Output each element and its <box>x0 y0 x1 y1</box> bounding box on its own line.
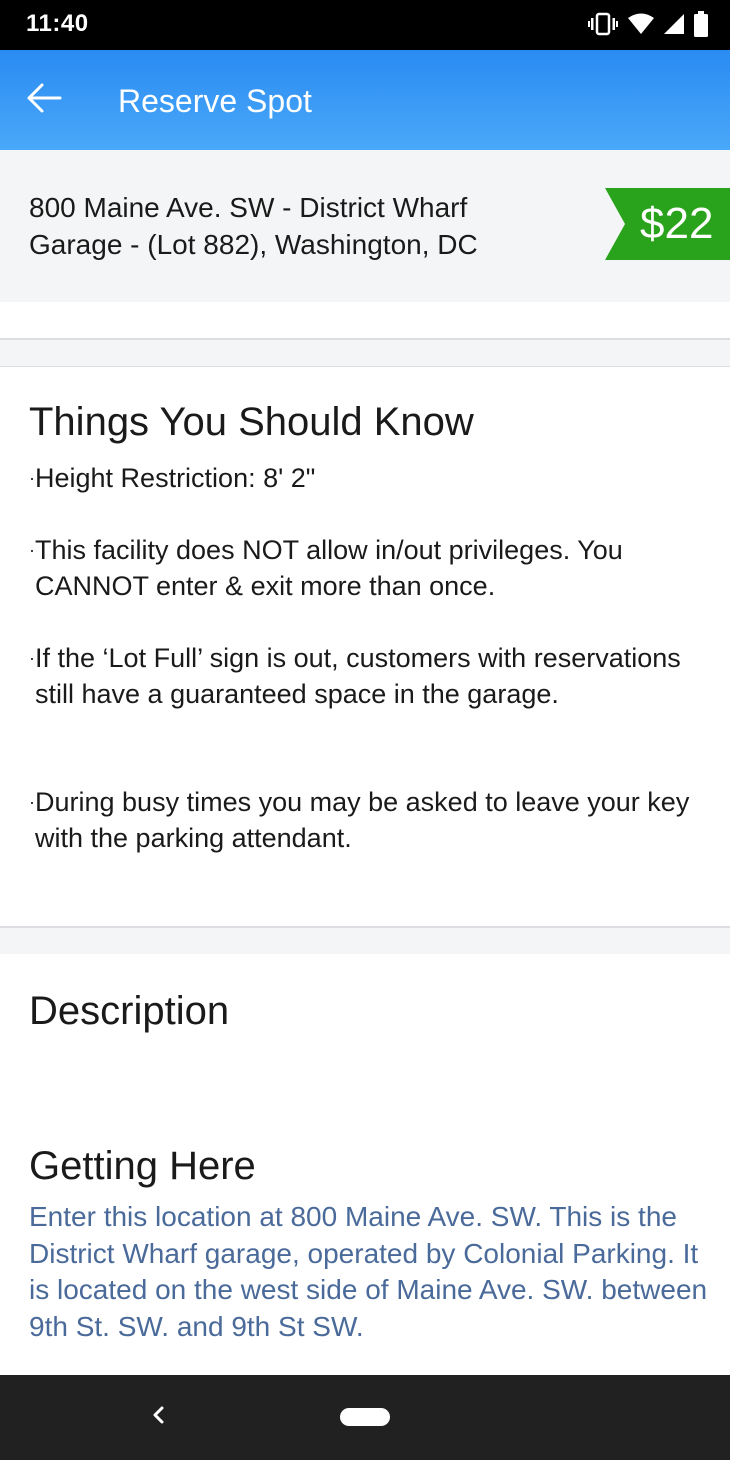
list-item: ·Height Restriction: 8' 2" <box>29 463 316 493</box>
getting-here-text: Enter this location at 800 Maine Ave. SW… <box>29 1201 708 1342</box>
status-bar: 11:40 <box>0 0 730 50</box>
status-icons <box>588 10 708 42</box>
wifi-icon <box>628 13 654 40</box>
nav-back-icon <box>151 1406 165 1429</box>
section-separator <box>0 340 730 366</box>
address-line-1: 800 Maine Ave. SW - District Wharf <box>29 192 468 223</box>
arrow-left-icon <box>26 82 62 119</box>
list-item: ·During busy times you may be asked to l… <box>29 787 690 853</box>
getting-here-heading: Getting Here <box>29 1144 256 1188</box>
price-label: $22 <box>640 199 714 248</box>
things-to-know-heading: Things You Should Know <box>29 400 474 444</box>
nav-back-button[interactable] <box>143 1400 173 1434</box>
divider <box>0 366 730 367</box>
battery-icon <box>694 10 708 42</box>
page-title: Reserve Spot <box>118 83 312 119</box>
address-line-2: Garage - (Lot 882), Washington, DC <box>29 229 478 260</box>
status-time: 11:40 <box>26 10 89 37</box>
location-address: 800 Maine Ave. SW - District Wharf Garag… <box>29 189 569 263</box>
description-heading: Description <box>29 989 230 1033</box>
list-item: ·This facility does NOT allow in/out pri… <box>29 535 623 601</box>
system-nav-bar <box>0 1375 730 1460</box>
app-bar: Reserve Spot <box>0 50 730 150</box>
home-pill-icon[interactable] <box>340 1408 390 1426</box>
back-button[interactable] <box>20 78 68 122</box>
signal-icon <box>664 13 684 40</box>
section-separator <box>0 928 730 954</box>
list-item: ·If the ‘Lot Full’ sign is out, customer… <box>29 643 681 709</box>
vibrate-icon <box>588 12 618 41</box>
